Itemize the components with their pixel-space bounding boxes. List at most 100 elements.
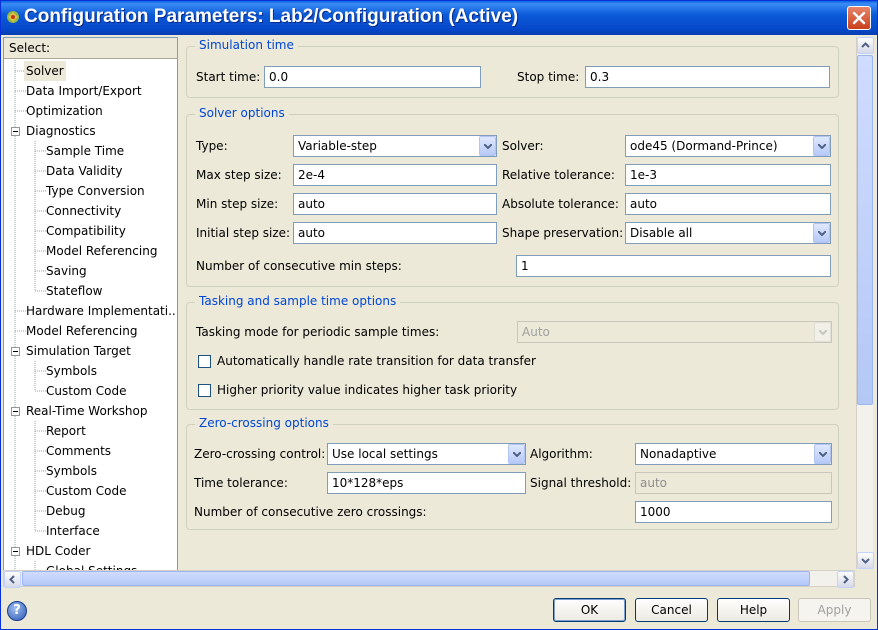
- tree-item-data-import-export[interactable]: Data Import/Export: [26, 81, 142, 101]
- type-select[interactable]: Variable-step: [293, 135, 497, 157]
- tree-item-sample-time[interactable]: Sample Time: [46, 141, 124, 161]
- abs-tol-input[interactable]: auto: [625, 193, 831, 215]
- signal-threshold-input[interactable]: auto: [635, 472, 832, 494]
- tree-item-real-time-workshop[interactable]: Real-Time Workshop: [26, 401, 147, 421]
- tree-item-model-referencing[interactable]: Model Referencing: [26, 321, 137, 341]
- chevron-down-icon: [819, 330, 827, 335]
- collapse-simulation-target-icon[interactable]: [11, 347, 20, 356]
- tasking-mode-value: Auto: [522, 325, 550, 339]
- init-step-input[interactable]: auto: [293, 222, 497, 244]
- tree-item-hardware-implementation[interactable]: Hardware Implementati...: [26, 301, 177, 321]
- min-step-label: Min step size:: [196, 197, 279, 211]
- zero-crossing-title: Zero-crossing options: [195, 416, 333, 430]
- max-step-input[interactable]: 2e-4: [293, 164, 497, 186]
- chevron-down-icon: [513, 452, 521, 457]
- tree-item-optimization[interactable]: Optimization: [26, 101, 103, 121]
- scroll-right-button[interactable]: [837, 571, 854, 588]
- tree-item-hdl-coder[interactable]: HDL Coder: [26, 541, 90, 561]
- start-time-label: Start time:: [196, 70, 261, 84]
- tree-item-sim-custom-code[interactable]: Custom Code: [46, 381, 127, 401]
- min-step-input[interactable]: auto: [293, 193, 497, 215]
- consec-min-steps-input[interactable]: 1: [516, 255, 831, 277]
- chevron-down-icon: [484, 144, 492, 149]
- rate-transition-checkbox[interactable]: [198, 355, 211, 368]
- rel-tol-label: Relative tolerance:: [502, 168, 615, 182]
- priority-label: Higher priority value indicates higher t…: [217, 383, 518, 397]
- tree-item-diagnostics[interactable]: Diagnostics: [26, 121, 96, 141]
- start-time-input[interactable]: 0.0: [264, 66, 481, 88]
- apply-button[interactable]: Apply: [798, 598, 871, 622]
- tasking-mode-select[interactable]: Auto: [517, 321, 832, 343]
- tree-item-model-referencing-diag[interactable]: Model Referencing: [46, 241, 157, 261]
- init-step-label: Initial step size:: [196, 226, 291, 240]
- help-icon[interactable]: ?: [7, 601, 27, 621]
- tree-item-saving[interactable]: Saving: [46, 261, 87, 281]
- solver-label: Solver:: [502, 139, 544, 153]
- zc-control-dropdown-button[interactable]: [508, 444, 525, 464]
- tasking-group: Tasking and sample time options Tasking …: [186, 294, 839, 410]
- cancel-button[interactable]: Cancel: [635, 598, 708, 622]
- solver-options-title: Solver options: [195, 106, 289, 120]
- ok-button[interactable]: OK: [553, 598, 626, 622]
- signal-threshold-label: Signal threshold:: [530, 476, 632, 490]
- vertical-scroll-thumb[interactable]: [857, 55, 873, 405]
- tree-item-debug[interactable]: Debug: [46, 501, 85, 521]
- solver-select-value: ode45 (Dormand-Prince): [630, 139, 778, 153]
- collapse-hdl-coder-icon[interactable]: [11, 547, 20, 556]
- help-button[interactable]: Help: [717, 598, 790, 622]
- tree-item-simulation-target[interactable]: Simulation Target: [26, 341, 131, 361]
- tree-item-report[interactable]: Report: [46, 421, 86, 441]
- consec-zc-input[interactable]: 1000: [635, 501, 832, 523]
- arrow-left-icon: [9, 575, 15, 584]
- tree-item-rtw-custom-code[interactable]: Custom Code: [46, 481, 127, 501]
- type-label: Type:: [196, 139, 228, 153]
- content-vertical-scrollbar[interactable]: [856, 37, 874, 569]
- scroll-left-button[interactable]: [4, 571, 21, 588]
- tree-item-comments[interactable]: Comments: [46, 441, 111, 461]
- tree-item-data-validity[interactable]: Data Validity: [46, 161, 123, 181]
- time-tolerance-input[interactable]: 10*128*eps: [327, 472, 526, 494]
- tree-item-compatibility[interactable]: Compatibility: [46, 221, 126, 241]
- tree-item-sim-symbols[interactable]: Symbols: [46, 361, 97, 381]
- solver-dropdown-button[interactable]: [813, 136, 830, 156]
- scroll-up-button[interactable]: [857, 37, 874, 54]
- chevron-down-icon: [819, 452, 827, 457]
- tasking-title: Tasking and sample time options: [195, 294, 401, 308]
- tasking-mode-dropdown-button[interactable]: [814, 322, 831, 342]
- tree-item-connectivity[interactable]: Connectivity: [46, 201, 121, 221]
- zc-control-select[interactable]: Use local settings: [327, 443, 526, 465]
- horizontal-scroll-thumb[interactable]: [22, 571, 810, 586]
- rel-tol-input[interactable]: 1e-3: [625, 164, 831, 186]
- algorithm-select[interactable]: Nonadaptive: [635, 443, 832, 465]
- abs-tol-label: Absolute tolerance:: [502, 197, 619, 211]
- tree-item-rtw-symbols[interactable]: Symbols: [46, 461, 97, 481]
- collapse-diagnostics-icon[interactable]: [11, 127, 20, 136]
- priority-checkbox[interactable]: [198, 384, 211, 397]
- time-tolerance-label: Time tolerance:: [194, 476, 288, 490]
- algorithm-dropdown-button[interactable]: [814, 444, 831, 464]
- tree-item-type-conversion[interactable]: Type Conversion: [46, 181, 145, 201]
- solver-select[interactable]: ode45 (Dormand-Prince): [625, 135, 831, 157]
- collapse-rtw-icon[interactable]: [11, 407, 20, 416]
- shape-preservation-value: Disable all: [630, 226, 693, 240]
- zc-control-value: Use local settings: [332, 447, 438, 461]
- simulation-time-title: Simulation time: [195, 38, 298, 52]
- shape-preservation-select[interactable]: Disable all: [625, 222, 831, 244]
- scroll-down-button[interactable]: [857, 552, 874, 569]
- solver-options-group: Solver options Type: Variable-step Solve…: [186, 106, 839, 287]
- type-dropdown-button[interactable]: [479, 136, 496, 156]
- stop-time-input[interactable]: 0.3: [585, 66, 830, 88]
- title-bar[interactable]: Configuration Parameters: Lab2/Configura…: [1, 1, 877, 35]
- simulation-time-group: Simulation time Start time: 0.0 Stop tim…: [186, 38, 839, 98]
- select-tree[interactable]: Select: Solver Data Import/Export Optimi…: [3, 37, 178, 571]
- arrow-up-icon: [861, 42, 870, 48]
- tree-horizontal-scrollbar[interactable]: [3, 570, 855, 588]
- tree-item-interface[interactable]: Interface: [46, 521, 100, 541]
- tree-item-solver[interactable]: Solver: [24, 61, 66, 81]
- zc-control-label: Zero-crossing control:: [194, 447, 326, 461]
- shape-dropdown-button[interactable]: [813, 223, 830, 243]
- tree-item-stateflow[interactable]: Stateflow: [46, 281, 102, 301]
- consec-zc-label: Number of consecutive zero crossings:: [194, 505, 427, 519]
- chevron-down-icon: [818, 144, 826, 149]
- close-button[interactable]: [847, 6, 871, 30]
